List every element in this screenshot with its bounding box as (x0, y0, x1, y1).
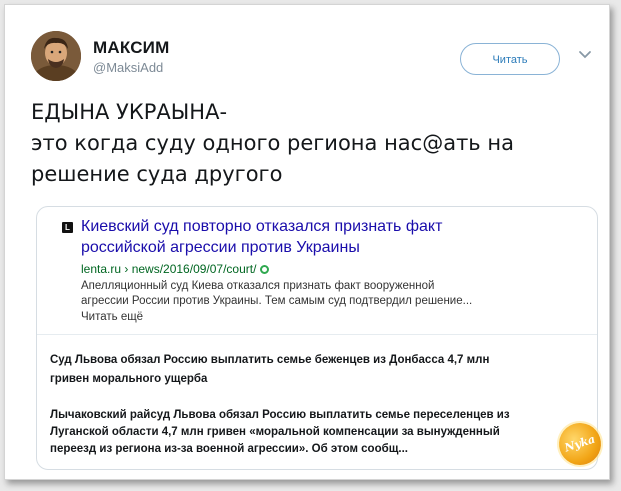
divider (37, 334, 597, 335)
snippet-description: Апелляционный суд Киева отказался призна… (81, 279, 591, 309)
news-line: Суд Львова обязал Россию выплатить семье… (50, 354, 490, 366)
read-more-link[interactable]: Читать ещё (81, 311, 143, 323)
news-line: гривен морального ущерба (50, 373, 208, 385)
snippet-desc-line: агрессии России против Украины. Тем самы… (81, 295, 473, 307)
snippet-url[interactable]: lenta.ru › news/2016/09/07/court/ (81, 262, 270, 276)
snippet-title-line: российской агрессии против Украины (81, 239, 360, 256)
chevron-down-icon[interactable] (577, 48, 593, 62)
follow-button[interactable]: Читать (460, 43, 560, 75)
tweet-line: это когда суду одного региона нас@ать на (31, 131, 514, 155)
news-line: переезд из региона из-за военной агресси… (50, 443, 408, 455)
snippet-url-text: lenta.ru › news/2016/09/07/court/ (81, 262, 257, 276)
tweet-text: ЕДЫНА УКРАЫНА- это когда суду одного рег… (31, 97, 601, 190)
snippet-title[interactable]: Киевский суд повторно отказался признать… (81, 216, 581, 258)
source-favicon-icon: L (62, 222, 73, 233)
user-name[interactable]: МАКСИМ (93, 38, 169, 58)
news-line: Луганской области 4,7 млн гривен «мораль… (50, 426, 500, 438)
tweet-line: решение суда другого (31, 162, 283, 186)
verified-dot-icon (260, 265, 270, 274)
embedded-media[interactable]: L Киевский суд повторно отказался призна… (36, 206, 598, 470)
snippet-title-line: Киевский суд повторно отказался признать… (81, 218, 443, 235)
news-line: Лычаковский райсуд Львова обязал Россию … (50, 409, 510, 421)
search-snippet[interactable]: L Киевский суд повторно отказался призна… (37, 207, 597, 333)
snippet-desc-line: Апелляционный суд Киева отказался призна… (81, 280, 435, 292)
avatar[interactable] (31, 31, 81, 81)
tweet-line: ЕДЫНА УКРАЫНА- (31, 100, 228, 124)
news-item: Лычаковский райсуд Львова обязал Россию … (50, 407, 590, 458)
news-item: Суд Львова обязал Россию выплатить семье… (50, 351, 590, 389)
user-handle[interactable]: @MaksiAdd (93, 60, 163, 75)
tweet-card: МАКСИМ @MaksiAdd Читать ЕДЫНА УКРАЫНА- э… (4, 4, 610, 480)
